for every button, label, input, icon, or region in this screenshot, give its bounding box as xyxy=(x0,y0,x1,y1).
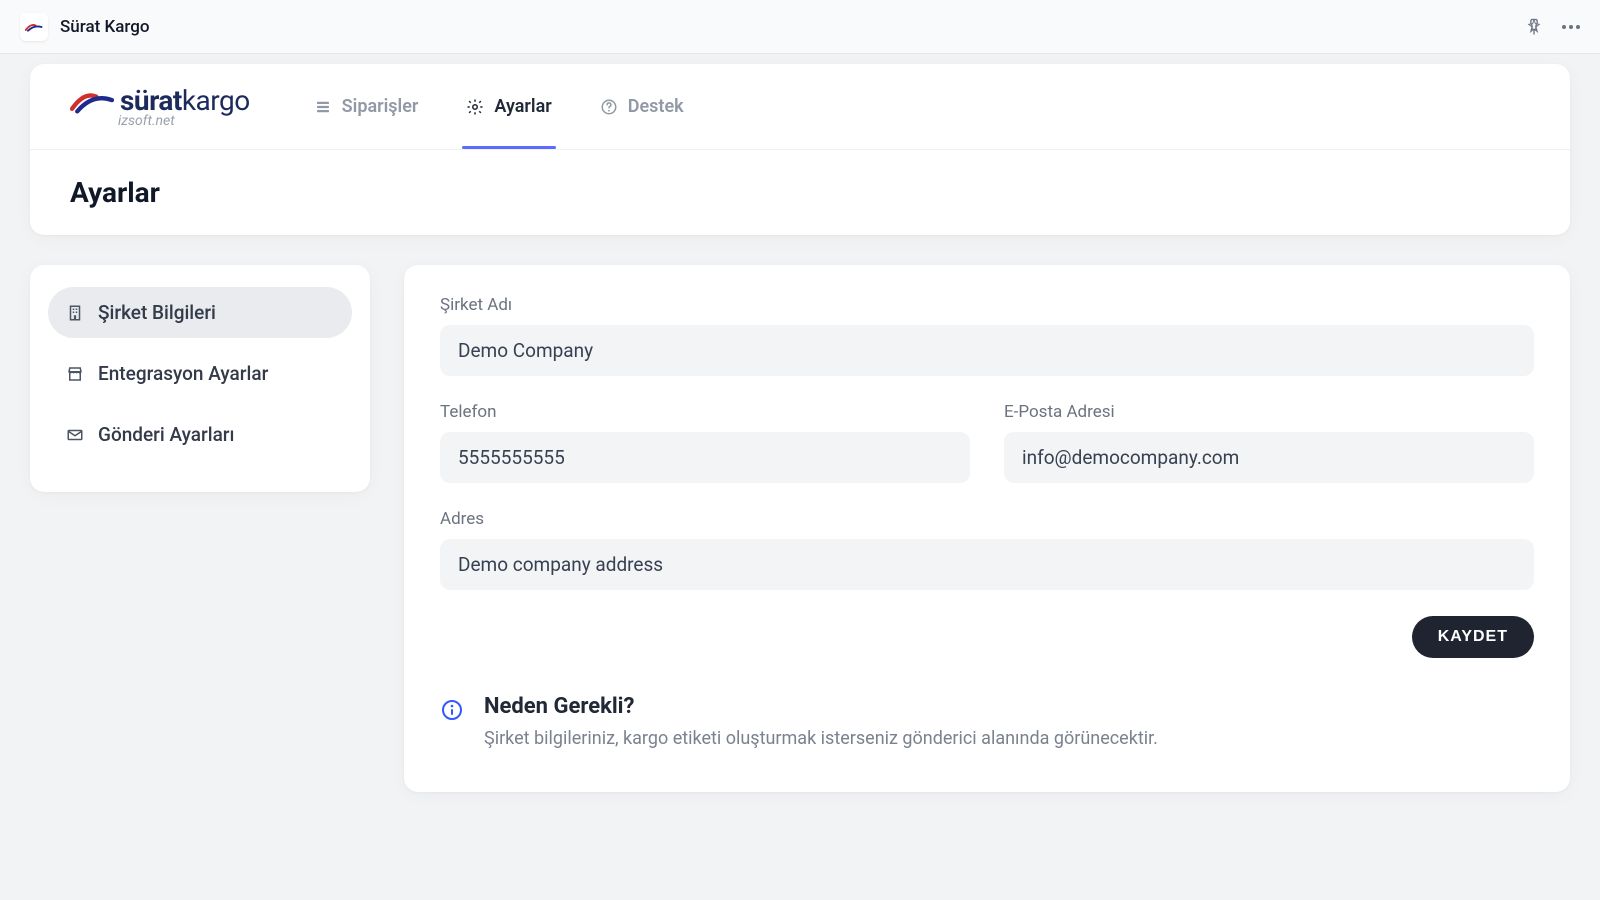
swoosh-icon xyxy=(70,88,114,114)
info-block: Neden Gerekli? Şirket bilgileriniz, karg… xyxy=(440,688,1534,752)
gear-icon xyxy=(466,98,484,116)
topbar-left: Sürat Kargo xyxy=(20,13,150,41)
info-text: Şirket bilgileriniz, kargo etiketi oluşt… xyxy=(484,725,1158,752)
app-icon xyxy=(20,13,48,41)
logo-subtitle: izsoft.net xyxy=(118,113,175,129)
address-input[interactable] xyxy=(440,539,1534,590)
swoosh-small-icon xyxy=(25,22,43,32)
logo: süratkargo izsoft.net xyxy=(70,84,250,129)
info-title: Neden Gerekli? xyxy=(484,694,1158,719)
email-input[interactable] xyxy=(1004,432,1534,483)
header-nav: süratkargo izsoft.net Siparişler Ayarlar xyxy=(30,64,1570,150)
company-input[interactable] xyxy=(440,325,1534,376)
phone-label: Telefon xyxy=(440,402,970,422)
help-icon xyxy=(600,98,618,116)
save-button[interactable]: KAYDET xyxy=(1412,616,1534,658)
list-icon xyxy=(314,98,332,116)
sidebar: Şirket Bilgileri Entegrasyon Ayarlar Gön… xyxy=(30,265,370,492)
company-label: Şirket Adı xyxy=(440,295,1534,315)
sidebar-item-integration[interactable]: Entegrasyon Ayarlar xyxy=(48,348,352,399)
building-icon xyxy=(66,304,84,322)
more-icon[interactable] xyxy=(1562,25,1580,29)
nav-label: Destek xyxy=(628,96,684,117)
topbar-right xyxy=(1524,17,1580,37)
address-label: Adres xyxy=(440,509,1534,529)
nav-label: Siparişler xyxy=(342,96,419,117)
sidebar-item-label: Gönderi Ayarları xyxy=(98,423,235,446)
store-icon xyxy=(66,365,84,383)
page-title-row: Ayarlar xyxy=(30,150,1570,235)
email-label: E-Posta Adresi xyxy=(1004,402,1534,422)
nav-item-settings[interactable]: Ayarlar xyxy=(462,86,555,127)
nav-item-support[interactable]: Destek xyxy=(596,86,688,127)
nav-label: Ayarlar xyxy=(494,96,551,117)
header-card: süratkargo izsoft.net Siparişler Ayarlar xyxy=(30,64,1570,235)
field-phone: Telefon xyxy=(440,402,970,483)
logo-brand-b: kargo xyxy=(182,84,250,117)
info-icon xyxy=(440,698,464,722)
envelope-icon xyxy=(66,426,84,444)
content: Şirket Bilgileri Entegrasyon Ayarlar Gön… xyxy=(30,265,1570,792)
phone-input[interactable] xyxy=(440,432,970,483)
sidebar-item-label: Entegrasyon Ayarlar xyxy=(98,362,268,385)
pin-icon[interactable] xyxy=(1524,17,1544,37)
sidebar-item-label: Şirket Bilgileri xyxy=(98,301,216,324)
info-text-wrap: Neden Gerekli? Şirket bilgileriniz, karg… xyxy=(484,694,1158,752)
main-panel: Şirket Adı Telefon E-Posta Adresi Adres … xyxy=(404,265,1570,792)
app-title: Sürat Kargo xyxy=(60,17,150,37)
sidebar-item-shipping[interactable]: Gönderi Ayarları xyxy=(48,409,352,460)
field-email: E-Posta Adresi xyxy=(1004,402,1534,483)
nav: Siparişler Ayarlar Destek xyxy=(310,86,688,127)
sidebar-item-company[interactable]: Şirket Bilgileri xyxy=(48,287,352,338)
field-company: Şirket Adı xyxy=(440,295,1534,376)
save-row: KAYDET xyxy=(440,616,1534,658)
topbar: Sürat Kargo xyxy=(0,0,1600,54)
field-address: Adres xyxy=(440,509,1534,590)
page-title: Ayarlar xyxy=(70,176,1530,209)
nav-item-orders[interactable]: Siparişler xyxy=(310,86,423,127)
